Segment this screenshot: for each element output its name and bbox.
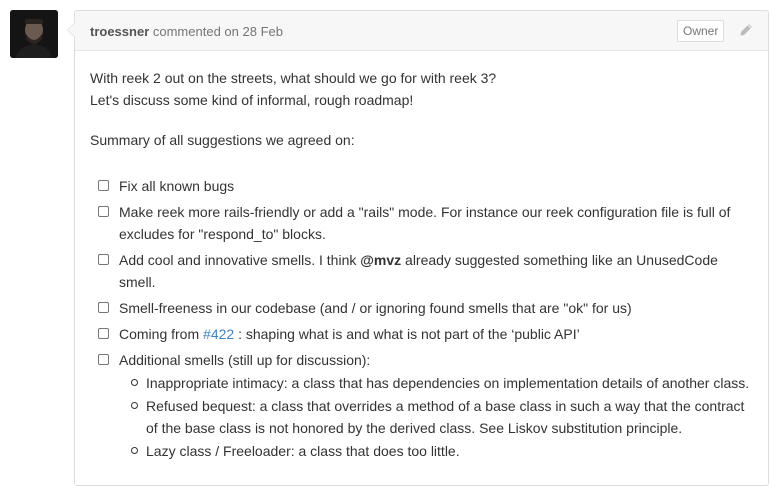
- issue-link[interactable]: #422: [203, 326, 234, 342]
- comment-body: With reek 2 out on the streets, what sho…: [90, 67, 760, 459]
- task-list: Fix all known bugs Make reek more rails-…: [98, 175, 753, 466]
- sub-list-item: Refused bequest: a class that overrides …: [119, 395, 753, 439]
- task-text-after: : shaping what is and what is not part o…: [234, 326, 580, 342]
- comment-author[interactable]: troessner: [90, 24, 149, 39]
- comment-box: troessner commented on 28 Feb Owner With…: [67, 10, 769, 486]
- task-item: Coming from #422 : shaping what is and w…: [98, 323, 753, 345]
- comment-action: commented on: [152, 24, 239, 39]
- intro-line-1: With reek 2 out on the streets, what sho…: [90, 70, 497, 86]
- task-item: Make reek more rails-friendly or add a "…: [98, 201, 753, 245]
- task-text: Smell-freeness in our codebase (and / or…: [119, 300, 632, 316]
- sub-item-text: Lazy class / Freeloader: a class that do…: [146, 443, 460, 459]
- sub-item-text: Refused bequest: a class that overrides …: [146, 398, 745, 436]
- circle-bullet-icon: [131, 379, 138, 386]
- summary-line: Summary of all suggestions we agreed on:: [90, 132, 355, 148]
- circle-bullet-icon: [131, 447, 138, 454]
- comment-meta: troessner commented on 28 Feb: [90, 24, 283, 39]
- sub-list: Inappropriate intimacy: a class that has…: [119, 372, 753, 462]
- task-text: Fix all known bugs: [119, 178, 235, 194]
- comment-arrow-fill: [68, 23, 75, 37]
- task-text: Make reek more rails-friendly or add a "…: [119, 204, 731, 242]
- task-item: Add cool and innovative smells. I think …: [98, 249, 753, 293]
- sub-list-item: Inappropriate intimacy: a class that has…: [119, 372, 753, 394]
- task-item: Additional smells (still up for discussi…: [98, 349, 753, 462]
- sub-item-text: Inappropriate intimacy: a class that has…: [146, 375, 750, 391]
- sub-list-item: Lazy class / Freeloader: a class that do…: [119, 440, 753, 462]
- task-item: Fix all known bugs: [98, 175, 753, 197]
- checkbox-icon[interactable]: [98, 254, 109, 265]
- task-text: Additional smells (still up for discussi…: [119, 352, 371, 368]
- task-text-before: Coming from: [119, 326, 204, 342]
- comment-header: troessner commented on 28 Feb Owner: [75, 11, 768, 51]
- checkbox-icon[interactable]: [98, 328, 109, 339]
- checkbox-icon[interactable]: [98, 206, 109, 217]
- user-mention[interactable]: @mvz: [360, 252, 401, 268]
- task-item: Smell-freeness in our codebase (and / or…: [98, 297, 753, 319]
- circle-bullet-icon: [131, 402, 138, 409]
- pencil-icon[interactable]: [738, 22, 754, 41]
- checkbox-icon[interactable]: [98, 354, 109, 365]
- intro-line-2: Let's discuss some kind of informal, rou…: [90, 92, 414, 108]
- checkbox-icon[interactable]: [98, 180, 109, 191]
- task-text-before: Add cool and innovative smells. I think: [119, 252, 361, 268]
- owner-badge: Owner: [677, 20, 725, 42]
- checkbox-icon[interactable]: [98, 302, 109, 313]
- avatar[interactable]: [10, 10, 58, 58]
- comment-date[interactable]: 28 Feb: [243, 24, 283, 39]
- avatar-image: [10, 10, 58, 58]
